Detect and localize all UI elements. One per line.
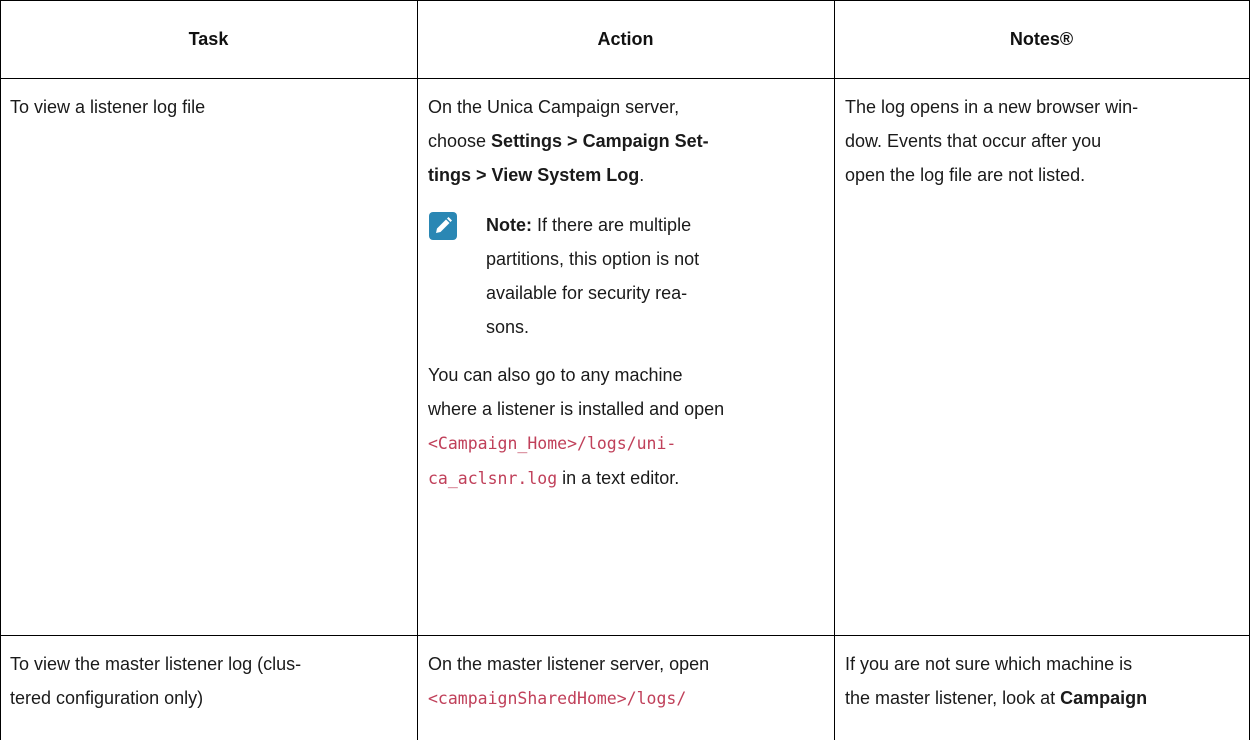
note-block: Note: If there are multiple partitions, … xyxy=(428,208,828,344)
row1-action-intro: On the Unica Campaign server, xyxy=(428,97,680,117)
log-table: Task Action Notes® To view a listener lo… xyxy=(0,0,1250,740)
row2-notes-text: the master listener, look at xyxy=(845,688,1061,708)
row1-action-menu-path-2: tings > View System Log. xyxy=(428,158,828,192)
row2-task-line-2: tered configuration only) xyxy=(10,688,204,708)
row2-code-path: <campaignSharedHome>/logs/ xyxy=(428,689,687,708)
row1-notes-line-2: dow. Events that occur after you xyxy=(845,131,1102,151)
column-divider-1 xyxy=(417,0,418,740)
row1-notes-line-3: open the log file are not listed. xyxy=(845,165,1086,185)
row1-task: To view a listener log file xyxy=(10,90,205,124)
also-line-1: You can also go to any machine xyxy=(428,365,683,385)
also-line-2: where a listener is installed and open xyxy=(428,399,725,419)
header-notes: Notes® xyxy=(1009,28,1074,49)
note-line-2: partitions, this option is not xyxy=(486,249,700,269)
row2-code-path-line: <campaignSharedHome>/logs/ xyxy=(428,681,828,716)
row1-action: On the Unica Campaign server, choose Set… xyxy=(428,90,828,496)
header-bottom-border xyxy=(0,78,1250,79)
row2-notes-line-1: If you are not sure which machine is xyxy=(845,654,1133,674)
code-path-2: ca_aclsnr.log xyxy=(428,469,558,488)
code-suffix: in a text editor. xyxy=(557,468,680,488)
note-line-1: Note: If there are multiple xyxy=(486,208,828,242)
column-divider-2 xyxy=(834,0,835,740)
pencil-icon xyxy=(429,212,457,240)
row-divider xyxy=(0,635,1250,636)
code-path-line-2: ca_aclsnr.log in a text editor. xyxy=(428,461,828,496)
header-action: Action xyxy=(597,28,654,49)
code-path-1: <Campaign_Home>/logs/uni- xyxy=(428,434,677,453)
row2-task: To view the master listener log (clus- t… xyxy=(10,647,301,715)
row1-task-text: To view a listener log file xyxy=(10,97,206,117)
menu-path-bold-1: Settings > Campaign Set- xyxy=(491,131,709,151)
row1-notes: The log opens in a new browser win- dow.… xyxy=(845,90,1245,192)
row2-action: On the master listener server, open <cam… xyxy=(428,647,828,716)
row1-notes-line-1: The log opens in a new browser win- xyxy=(845,97,1139,117)
menu-path-bold-2: tings > View System Log xyxy=(428,165,640,185)
note-text-1: If there are multiple xyxy=(532,215,692,235)
row2-notes-line-2: the master listener, look at Campaign xyxy=(845,681,1245,715)
also-block: You can also go to any machine where a l… xyxy=(428,358,828,496)
menu-path-period: . xyxy=(639,165,645,185)
row2-notes-bold: Campaign xyxy=(1060,688,1148,708)
row2-action-line-1: On the master listener server, open xyxy=(428,654,710,674)
note-line-4: sons. xyxy=(486,317,530,337)
row1-action-menu-path-1: choose Settings > Campaign Set- xyxy=(428,124,828,158)
note-line-3: available for security rea- xyxy=(486,283,688,303)
note-label: Note: xyxy=(486,215,532,235)
table-left-border xyxy=(0,0,1,740)
row1-action-choose: choose xyxy=(428,131,492,151)
row2-task-line-1: To view the master listener log (clus- xyxy=(10,654,302,674)
code-path-line-1: <Campaign_Home>/logs/uni- xyxy=(428,426,828,461)
row2-notes: If you are not sure which machine is the… xyxy=(845,647,1245,715)
header-task: Task xyxy=(188,28,229,49)
